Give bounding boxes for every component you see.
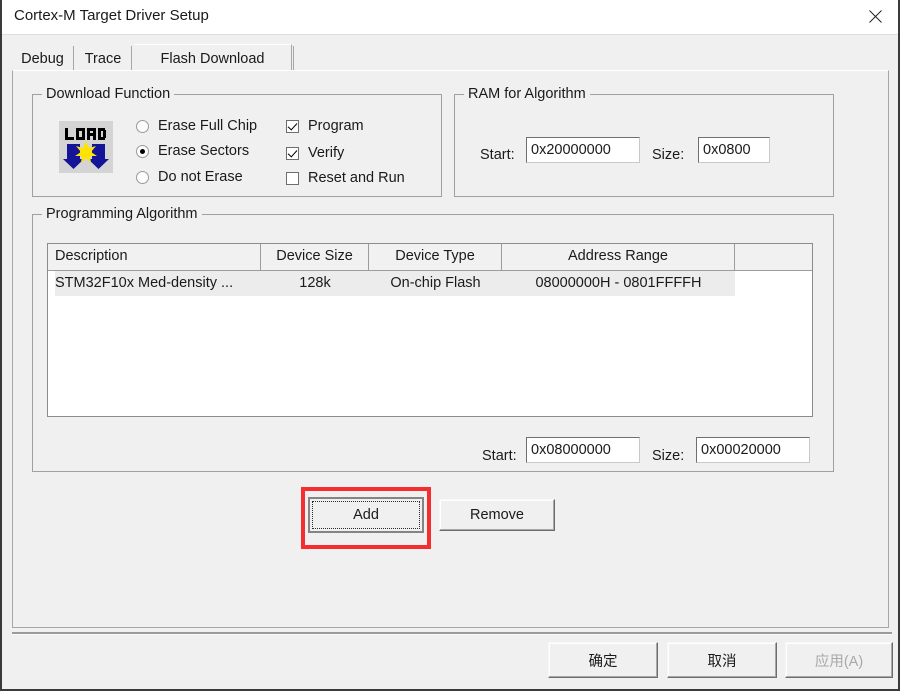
- checkbox-program[interactable]: Program: [286, 118, 364, 134]
- radio-erase-sectors-indicator: [136, 144, 149, 158]
- close-icon[interactable]: [852, 0, 898, 33]
- cell-blank: [735, 271, 811, 296]
- table-row[interactable]: STM32F10x Med-density ... 128k On-chip F…: [48, 271, 812, 296]
- radio-do-not-erase-label: Do not Erase: [158, 169, 243, 185]
- cell-description-text: STM32F10x Med-density ...: [55, 271, 261, 296]
- checkbox-verify-label: Verify: [308, 145, 345, 161]
- tab-strip: Debug Trace Flash Download: [12, 44, 888, 72]
- tab-flash-download-label: Flash Download: [160, 50, 265, 67]
- programming-size-input[interactable]: [696, 437, 810, 463]
- programming-size-label: Size:: [652, 448, 685, 464]
- ram-size-label: Size:: [652, 147, 685, 163]
- add-button[interactable]: Add: [308, 497, 424, 533]
- checkbox-reset-and-run-label: Reset and Run: [308, 170, 405, 186]
- tab-trace-label: Trace: [84, 50, 122, 67]
- tab-debug-label: Debug: [21, 50, 64, 67]
- radio-erase-full-chip-label: Erase Full Chip: [158, 118, 258, 134]
- programming-start-input[interactable]: [526, 437, 640, 463]
- table-header-row: Description Device Size Device Type Addr…: [48, 244, 812, 271]
- target-driver-setup-dialog: Cortex-M Target Driver Setup Debug Trace…: [0, 0, 900, 691]
- ok-button-label: 确定: [588, 653, 618, 670]
- title-bar: Cortex-M Target Driver Setup: [2, 0, 898, 35]
- apply-button: 应用(A): [785, 642, 893, 678]
- apply-button-label: 应用(A): [814, 653, 864, 670]
- tab-flash-download[interactable]: Flash Download: [134, 44, 292, 72]
- ram-start-label: Start:: [480, 147, 515, 163]
- footer-separator: [12, 632, 892, 635]
- column-header-device-type[interactable]: Device Type: [369, 244, 502, 270]
- load-icon: [59, 121, 113, 173]
- cell-device-size: 128k: [261, 271, 369, 296]
- radio-erase-full-chip[interactable]: Erase Full Chip: [136, 118, 257, 134]
- checkbox-program-label: Program: [308, 118, 364, 134]
- download-function-legend: Download Function: [42, 86, 175, 102]
- cell-device-size-text: 128k: [261, 271, 369, 296]
- checkbox-program-indicator: [286, 119, 299, 133]
- checkbox-verify-indicator: [286, 146, 299, 160]
- checkbox-reset-and-run[interactable]: Reset and Run: [286, 170, 405, 186]
- checkbox-verify[interactable]: Verify: [286, 145, 344, 161]
- ram-for-algorithm-group: RAM for Algorithm: [454, 86, 834, 197]
- tab-strip-filler: [293, 46, 294, 71]
- cell-device-type: On-chip Flash: [369, 271, 502, 296]
- ram-for-algorithm-legend: RAM for Algorithm: [464, 86, 590, 102]
- cell-description: STM32F10x Med-density ...: [48, 271, 261, 296]
- ok-button[interactable]: 确定: [548, 642, 658, 678]
- ram-size-input[interactable]: [698, 137, 770, 163]
- tab-trace[interactable]: Trace: [75, 46, 132, 71]
- radio-erase-sectors[interactable]: Erase Sectors: [136, 143, 249, 159]
- cell-address-range-text: 08000000H - 0801FFFFH: [502, 271, 735, 296]
- radio-erase-sectors-label: Erase Sectors: [158, 143, 250, 159]
- cancel-button[interactable]: 取消: [667, 642, 777, 678]
- column-header-blank[interactable]: [735, 244, 811, 270]
- radio-erase-full-chip-indicator: [136, 119, 149, 133]
- remove-button-label: Remove: [470, 507, 524, 523]
- column-header-device-size[interactable]: Device Size: [261, 244, 369, 270]
- column-header-address-range[interactable]: Address Range: [502, 244, 735, 270]
- ram-start-input[interactable]: [526, 137, 640, 163]
- programming-start-label: Start:: [482, 448, 517, 464]
- window-title: Cortex-M Target Driver Setup: [14, 7, 209, 24]
- tab-debug[interactable]: Debug: [12, 46, 74, 71]
- column-header-description[interactable]: Description: [48, 244, 261, 270]
- cell-device-type-text: On-chip Flash: [369, 271, 502, 296]
- checkbox-reset-and-run-indicator: [286, 171, 299, 185]
- remove-button[interactable]: Remove: [439, 499, 555, 531]
- programming-algorithm-table[interactable]: Description Device Size Device Type Addr…: [47, 243, 813, 417]
- radio-do-not-erase-indicator: [136, 170, 149, 184]
- programming-algorithm-legend: Programming Algorithm: [42, 206, 202, 222]
- cancel-button-label: 取消: [707, 653, 737, 670]
- cell-address-range: 08000000H - 0801FFFFH: [502, 271, 735, 296]
- add-button-label: Add: [353, 507, 379, 523]
- radio-do-not-erase[interactable]: Do not Erase: [136, 169, 243, 185]
